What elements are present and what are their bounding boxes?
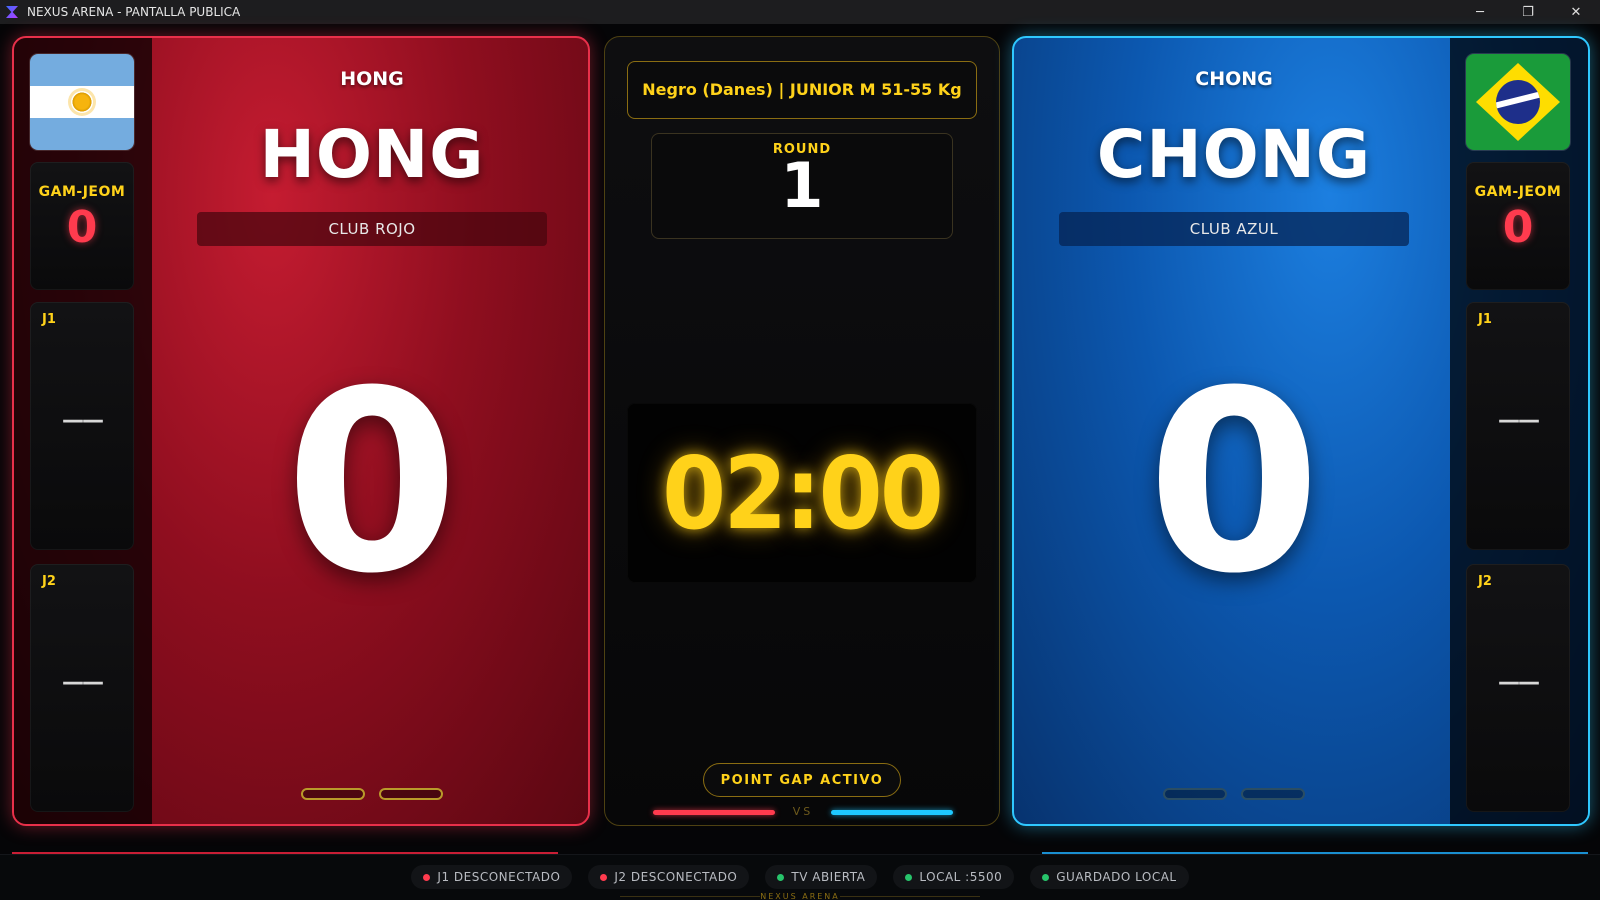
- status-chip-local: LOCAL :5500: [893, 865, 1015, 889]
- window-titlebar: NEXUS ARENA - PANTALLA PUBLICA ─ ❐ ✕: [0, 0, 1600, 24]
- blue-fighter-info: CHONG CHONG CLUB AZUL 0: [1014, 38, 1454, 824]
- red-fighter-panel: GAM-JEOM 0 J1 —— J2 —— HONG HONG CLUB RO…: [12, 36, 590, 826]
- blue-j1-value: ——: [1498, 408, 1540, 433]
- match-timer: 02:00: [662, 434, 944, 552]
- blue-round-indicators: [1014, 788, 1454, 800]
- brazil-flag-globe: [1496, 80, 1540, 124]
- brazil-flag-icon: [1466, 54, 1570, 150]
- status-chip-j1: J1 DESCONECTADO: [411, 865, 573, 889]
- vs-blue-bar: [831, 810, 953, 815]
- status-chip-saved: GUARDADO LOCAL: [1030, 865, 1189, 889]
- status-chip-label: J2 DESCONECTADO: [614, 870, 738, 884]
- blue-j2-value: ——: [1498, 670, 1540, 695]
- round-display: ROUND 1: [651, 133, 953, 239]
- round-number: 1: [780, 149, 824, 222]
- blue-round-indicator: [1163, 788, 1227, 800]
- status-bar: J1 DESCONECTADO J2 DESCONECTADO TV ABIER…: [0, 854, 1600, 900]
- app-logo-icon: [5, 5, 19, 19]
- blue-gam-jeom-card: GAM-JEOM 0: [1466, 162, 1570, 290]
- red-judge-2-card: J2 ——: [30, 564, 134, 812]
- status-chip-label: TV ABIERTA: [791, 870, 866, 884]
- red-j1-value: ——: [62, 408, 104, 433]
- blue-fighter-short-name: CHONG: [1195, 68, 1273, 90]
- status-chip-label: J1 DESCONECTADO: [437, 870, 561, 884]
- window-title: NEXUS ARENA - PANTALLA PUBLICA: [27, 5, 241, 19]
- vs-indicator: VS: [653, 805, 953, 819]
- blue-gam-jeom-value: 0: [1502, 202, 1534, 253]
- red-round-indicator: [379, 788, 443, 800]
- footer-divider-right: [840, 896, 980, 897]
- red-fighter-short-name: HONG: [340, 68, 404, 90]
- vs-red-bar: [653, 810, 775, 815]
- red-round-indicator: [301, 788, 365, 800]
- red-j2-label: J2: [42, 574, 56, 589]
- blue-round-indicator: [1241, 788, 1305, 800]
- status-dot-icon: [423, 873, 431, 881]
- red-side-rail: GAM-JEOM 0 J1 —— J2 ——: [14, 38, 152, 824]
- status-dot-icon: [905, 873, 913, 881]
- point-gap-badge: POINT GAP ACTIVO: [703, 763, 901, 797]
- status-chip-j2: J2 DESCONECTADO: [588, 865, 750, 889]
- red-gam-jeom-value: 0: [66, 202, 98, 253]
- status-chip-label: LOCAL :5500: [919, 870, 1003, 884]
- blue-j1-label: J1: [1478, 312, 1492, 327]
- status-chip-tv: TV ABIERTA: [765, 865, 878, 889]
- sun-of-may-icon: [71, 91, 93, 113]
- red-score: 0: [285, 337, 459, 628]
- red-judge-1-card: J1 ——: [30, 302, 134, 550]
- close-button[interactable]: ✕: [1552, 0, 1600, 24]
- blue-club-label: CLUB AZUL: [1059, 212, 1409, 246]
- red-round-indicators: [152, 788, 588, 800]
- restore-button[interactable]: ❐: [1504, 0, 1552, 24]
- red-fighter-name: HONG: [259, 116, 485, 193]
- blue-judge-2-card: J2 ——: [1466, 564, 1570, 812]
- red-fighter-info: HONG HONG CLUB ROJO 0: [152, 38, 588, 824]
- footer-brand: NEXUS ARENA: [760, 892, 840, 900]
- red-gam-jeom-label: GAM-JEOM: [38, 184, 126, 200]
- blue-side-rail: GAM-JEOM 0 J1 —— J2 ——: [1450, 38, 1588, 824]
- blue-gam-jeom-label: GAM-JEOM: [1474, 184, 1562, 200]
- scoreboard-stage: GAM-JEOM 0 J1 —— J2 —— HONG HONG CLUB RO…: [0, 24, 1600, 854]
- minimize-button[interactable]: ─: [1456, 0, 1504, 24]
- timer-display: 02:00: [627, 403, 977, 583]
- window-controls: ─ ❐ ✕: [1456, 0, 1600, 24]
- argentina-flag-icon: [30, 54, 134, 150]
- match-category: Negro (Danes) | JUNIOR M 51-55 Kg: [627, 61, 977, 119]
- status-chip-label: GUARDADO LOCAL: [1056, 870, 1177, 884]
- blue-score: 0: [1147, 337, 1321, 628]
- red-j1-label: J1: [42, 312, 56, 327]
- red-gam-jeom-card: GAM-JEOM 0: [30, 162, 134, 290]
- blue-fighter-panel: CHONG CHONG CLUB AZUL 0 GAM-JEOM 0 J1 ——: [1012, 36, 1590, 826]
- status-chips: J1 DESCONECTADO J2 DESCONECTADO TV ABIER…: [0, 865, 1600, 889]
- status-dot-icon: [1042, 873, 1050, 881]
- blue-j2-label: J2: [1478, 574, 1492, 589]
- blue-fighter-name: CHONG: [1096, 116, 1372, 193]
- match-center-panel: Negro (Danes) | JUNIOR M 51-55 Kg ROUND …: [604, 36, 1000, 826]
- status-dot-icon: [600, 873, 608, 881]
- red-club-label: CLUB ROJO: [197, 212, 547, 246]
- vs-label: VS: [792, 805, 814, 818]
- red-j2-value: ——: [62, 670, 104, 695]
- status-dot-icon: [777, 873, 785, 881]
- blue-judge-1-card: J1 ——: [1466, 302, 1570, 550]
